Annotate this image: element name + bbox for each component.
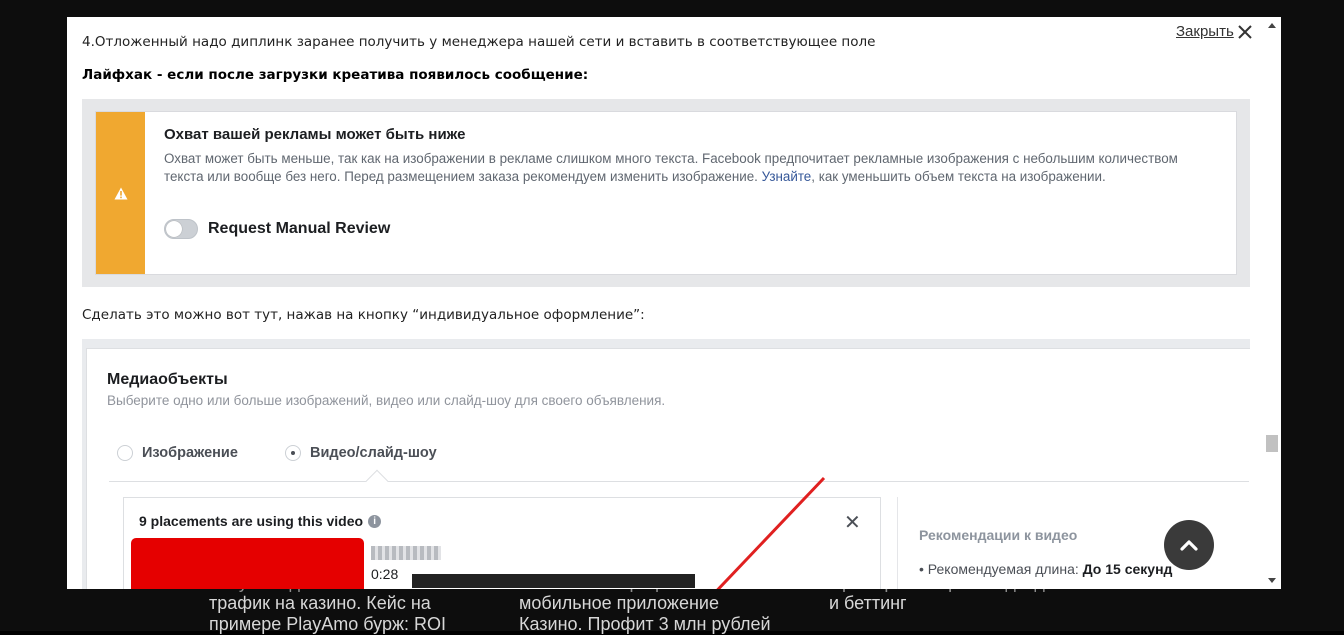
scroll-down-arrow-icon[interactable]	[1268, 578, 1276, 583]
scroll-to-top-button[interactable]	[1164, 520, 1214, 570]
article-line: примере PlayAmo бурж: ROI	[209, 614, 447, 634]
warning-screenshot: Охват вашей рекламы может быть ниже Охва…	[82, 99, 1250, 287]
warning-body: Охват может быть меньше, так как на изоб…	[164, 150, 1204, 186]
warning-card: Охват вашей рекламы может быть ниже Охва…	[95, 111, 1237, 275]
manual-review-toggle	[164, 219, 198, 239]
article-line: и беттинг	[829, 593, 907, 613]
media-screenshot: Медиаобъекты Выберите одно или больше из…	[82, 339, 1250, 589]
paragraph-lifehack: Лайфхак - если после загрузки креатива п…	[82, 67, 589, 83]
manual-review-label: Request Manual Review	[208, 220, 391, 237]
close-button[interactable]: Закрыть	[1176, 23, 1253, 40]
red-arrow-line	[716, 476, 826, 589]
close-label[interactable]: Закрыть	[1176, 23, 1234, 40]
warning-accent-bar	[96, 112, 145, 274]
learn-more-link: Узнайте	[761, 169, 812, 184]
scrollbar-thumb[interactable]	[1266, 435, 1278, 452]
manual-review-row: Request Manual Review	[164, 219, 390, 239]
article-modal: 4.Отложенный надо диплинк заранее получи…	[67, 17, 1281, 589]
warning-title: Охват вашей рекламы может быть ниже	[164, 126, 466, 143]
paragraph-where: Сделать это можно вот тут, нажав на кноп…	[82, 307, 645, 323]
warning-body-text-end: , как уменьшить объем текста на изображе…	[811, 169, 1106, 184]
modal-scrollbar[interactable]	[1263, 17, 1281, 589]
chevron-up-icon	[1180, 540, 1198, 551]
toggle-knob	[166, 221, 182, 237]
scroll-up-arrow-icon[interactable]	[1268, 23, 1276, 28]
paragraph-step4: 4.Отложенный надо диплинк заранее получи…	[82, 34, 876, 50]
warning-triangle-icon	[114, 187, 127, 199]
close-icon[interactable]	[1237, 24, 1253, 40]
article-line: мобильное приложение	[519, 593, 719, 613]
article-line: трафик на казино. Кейс на	[209, 593, 431, 613]
article-line: Казино. Профит 3 млн рублей	[519, 614, 771, 634]
